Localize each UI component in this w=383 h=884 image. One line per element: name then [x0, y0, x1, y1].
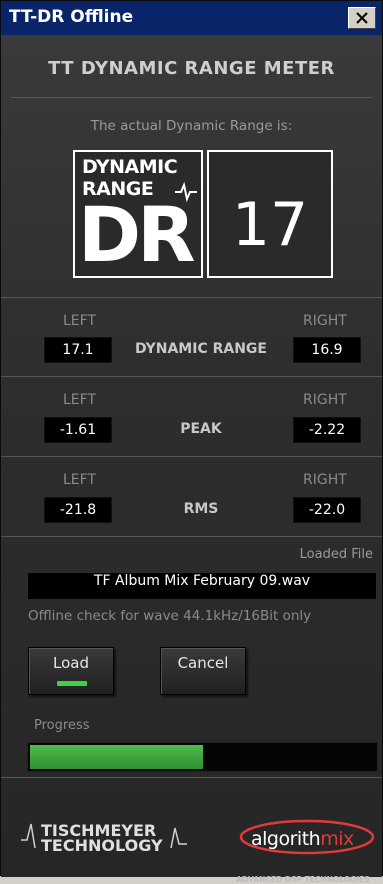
right-label: RIGHT — [303, 472, 347, 488]
right-label: RIGHT — [303, 392, 347, 408]
load-button[interactable]: Load — [28, 647, 114, 695]
dynamic-range-left-value: 17.1 — [44, 337, 112, 363]
rms-right-value: -22.0 — [293, 497, 361, 523]
tischmeyer-wave-icon — [21, 823, 36, 849]
dr-intro-text: The actual Dynamic Range is: — [90, 118, 293, 134]
peak-label: PEAK — [180, 421, 222, 437]
title-bar[interactable]: TT-DR Offline — [1, 1, 382, 35]
progress-fill — [30, 745, 203, 769]
logo-line-dynamic: DYNAMIC — [82, 156, 178, 178]
load-indicator-led — [57, 681, 87, 686]
algorithmix-wordmark: algorithmix — [251, 828, 354, 850]
tischmeyer-logo: TISCHMEYER TECHNOLOGY — [41, 823, 163, 855]
left-label: LEFT — [63, 313, 97, 329]
loaded-file-label: Loaded File — [299, 547, 373, 562]
progress-bar — [27, 742, 378, 772]
left-label: LEFT — [63, 472, 97, 488]
right-label: RIGHT — [303, 313, 347, 329]
tischmeyer-logo-line2: TECHNOLOGY — [41, 836, 163, 855]
algorithmix-wordmark-mix: mix — [320, 828, 354, 850]
cancel-button-label: Cancel — [177, 654, 229, 672]
peak-right-value: -2.22 — [293, 417, 361, 443]
rms-label: RMS — [183, 501, 219, 517]
left-label: LEFT — [63, 392, 97, 408]
close-button[interactable] — [348, 7, 376, 29]
dr-value-box: 17 — [207, 150, 333, 278]
divider — [1, 536, 382, 537]
algorithmix-wordmark-main: algorith — [251, 828, 321, 850]
peak-left-value: -1.61 — [44, 417, 112, 443]
tischmeyer-wave-icon — [170, 827, 187, 849]
load-button-label: Load — [53, 654, 89, 672]
dr-value: 17 — [231, 190, 309, 260]
dr-offline-window: TT-DR Offline TT DYNAMIC RANGE METER The… — [0, 0, 383, 884]
close-icon — [356, 12, 368, 24]
progress-label: Progress — [34, 718, 90, 733]
window-title: TT-DR Offline — [9, 7, 134, 27]
dynamic-range-label: DYNAMIC RANGE — [135, 341, 267, 357]
divider — [1, 456, 382, 457]
dynamic-range-right-value: 16.9 — [293, 337, 361, 363]
cancel-button[interactable]: Cancel — [160, 647, 246, 695]
panel-heading: TT DYNAMIC RANGE METER — [48, 58, 335, 79]
divider — [1, 297, 382, 298]
format-note: Offline check for wave 44.1kHz/16Bit onl… — [28, 608, 312, 624]
algorithmix-tagline: ADVANCED DSP TECHNOLOGIES — [236, 875, 370, 884]
rms-left-value: -21.8 — [44, 497, 112, 523]
loaded-file-field: TF Album Mix February 09.wav — [28, 573, 376, 599]
meter-panel: TT DYNAMIC RANGE METER The actual Dynami… — [1, 35, 382, 884]
dynamic-range-logo: DYNAMIC RANGE DR — [73, 150, 203, 278]
heading-divider — [11, 97, 372, 98]
divider — [1, 376, 382, 377]
footer: TISCHMEYER TECHNOLOGY algorithmix ADVANC… — [1, 788, 382, 884]
algorithmix-logo: algorithmix — [239, 819, 375, 855]
divider — [1, 777, 382, 778]
logo-dr: DR — [78, 190, 196, 279]
